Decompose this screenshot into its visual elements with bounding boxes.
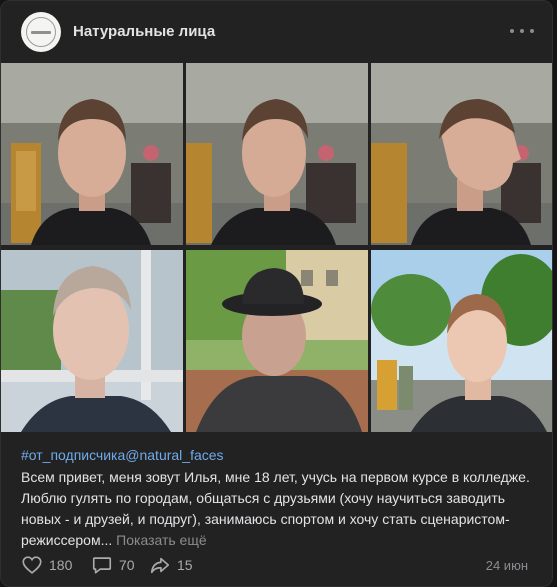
post-header: Натуральные лица xyxy=(1,1,552,63)
post-text-content: Всем привет, меня зовут Илья, мне 18 лет… xyxy=(21,469,530,548)
comment-icon xyxy=(92,557,112,574)
show-more-link[interactable]: Показать ещё xyxy=(116,532,207,548)
post-footer: 180 70 15 24 июн xyxy=(1,549,552,579)
share-count: 15 xyxy=(177,557,193,573)
heart-icon xyxy=(22,556,42,574)
photo-5[interactable] xyxy=(186,250,368,432)
like-button[interactable]: 180 xyxy=(21,553,72,577)
photo-3[interactable] xyxy=(371,63,552,245)
like-count: 180 xyxy=(49,557,73,573)
share-button[interactable]: 15 xyxy=(149,553,193,577)
comment-count: 70 xyxy=(119,557,135,573)
photo-1[interactable] xyxy=(1,63,183,245)
more-options-button[interactable] xyxy=(510,21,534,41)
post-hashtag[interactable]: #от_подписчика@natural_faces xyxy=(21,447,224,463)
photo-2[interactable] xyxy=(186,63,368,245)
more-horizontal-icon xyxy=(510,29,514,33)
share-icon xyxy=(150,557,170,574)
photo-6[interactable] xyxy=(371,250,552,432)
post-text: Всем привет, меня зовут Илья, мне 18 лет… xyxy=(21,467,536,551)
community-avatar[interactable] xyxy=(21,12,61,52)
community-name[interactable]: Натуральные лица xyxy=(73,23,215,40)
post-date[interactable]: 24 июн xyxy=(486,558,528,573)
comment-button[interactable]: 70 xyxy=(91,553,135,577)
photo-4[interactable] xyxy=(1,250,183,432)
community-logo-icon xyxy=(26,17,56,47)
photo-grid xyxy=(1,63,552,437)
post-card: Натуральные лица #от_подписчика@natural_… xyxy=(0,0,553,587)
